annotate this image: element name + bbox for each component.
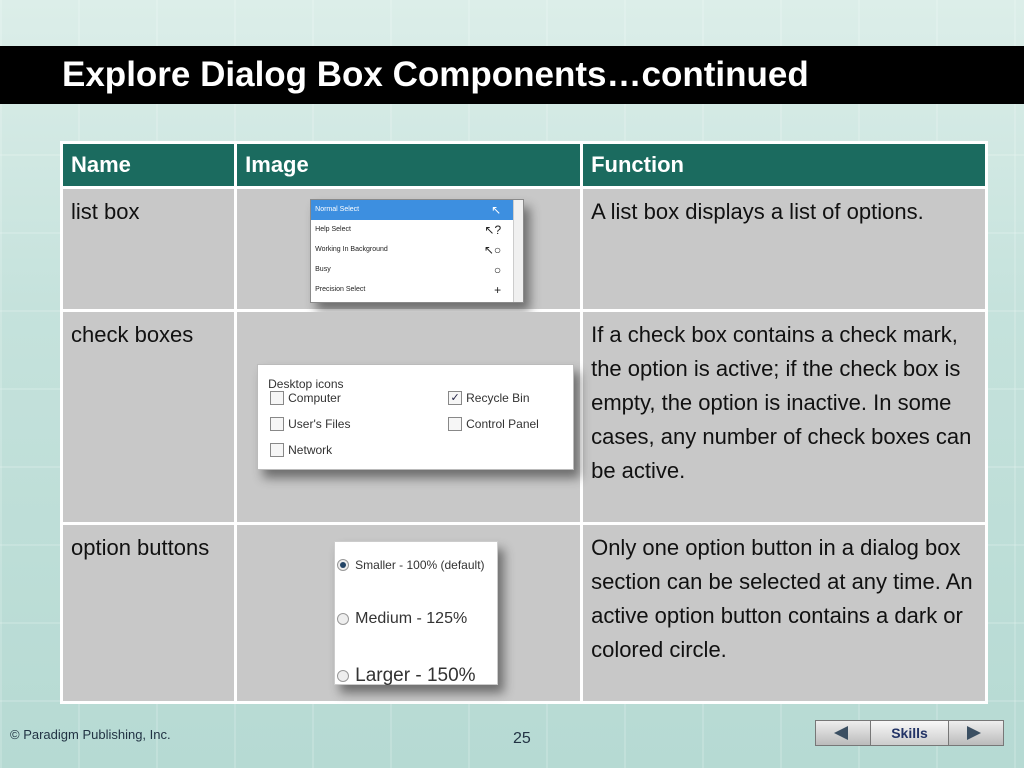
radio-icon	[337, 670, 350, 682]
slide-navigation: Skills	[815, 720, 1004, 746]
option-image-cell: Smaller - 100% (default) Medium - 125% L…	[237, 525, 581, 701]
checkbox-example: Desktop icons Computer ✓ Recycle Bin User…	[257, 364, 575, 470]
list-item: Working In Background ↖○	[311, 240, 523, 260]
checkbox-icon	[448, 417, 463, 431]
option-smaller: Smaller - 100% (default)	[337, 548, 485, 582]
copyright: © Paradigm Publishing, Inc.	[10, 727, 171, 742]
radio-selected-icon	[337, 559, 350, 571]
next-button[interactable]	[948, 721, 1003, 745]
checkbox-icon	[270, 417, 285, 431]
checkbox-computer: Computer	[270, 391, 341, 405]
row-name-checkboxes: check boxes	[63, 312, 235, 522]
row-function-listbox: A list box displays a list of options.	[583, 189, 985, 309]
table-row: list box Normal Select ↖ Help Select ↖? Wo…	[63, 189, 985, 309]
header-image: Image	[237, 144, 581, 186]
previous-button[interactable]	[816, 721, 871, 745]
checkbox-icon	[270, 391, 285, 405]
cursor-icon: ○	[493, 263, 502, 277]
cursor-icon: +	[494, 283, 502, 297]
skills-button[interactable]: Skills	[871, 721, 948, 745]
arrow-right-icon	[967, 726, 981, 740]
list-item: Normal Select ↖	[311, 200, 524, 220]
arrow-left-icon	[834, 726, 848, 740]
header-function: Function	[583, 144, 985, 186]
scrollbar	[513, 200, 524, 302]
components-table: Name Image Function list box Normal Sele…	[60, 141, 988, 704]
listbox-example: Normal Select ↖ Help Select ↖? Working In …	[310, 199, 525, 303]
checkbox-image-cell: Desktop icons Computer ✓ Recycle Bin User…	[237, 312, 581, 522]
option-medium: Medium - 125%	[337, 602, 467, 636]
slide-title: Explore Dialog Box Components…continued	[62, 55, 809, 94]
row-function-checkboxes: If a check box contains a check mark, th…	[583, 312, 985, 522]
list-item: Busy ○	[311, 260, 523, 280]
option-larger: Larger - 150%	[337, 659, 476, 693]
checkbox-control-panel: Control Panel	[448, 417, 539, 431]
checkbox-users-files: User's Files	[270, 417, 350, 431]
page-number: 25	[513, 730, 531, 747]
cursor-icon: ↖?	[484, 223, 502, 237]
radio-icon	[337, 613, 350, 625]
list-item: Precision Select +	[311, 280, 523, 300]
row-function-option-buttons: Only one option button in a dialog box s…	[583, 525, 985, 701]
checkbox-network: Network	[270, 443, 332, 457]
row-name-option-buttons: option buttons	[63, 525, 235, 701]
table-row: check boxes Desktop icons Computer ✓ Recy…	[63, 312, 985, 522]
table-header-row: Name Image Function	[63, 144, 985, 186]
checkbox-recycle-bin: ✓ Recycle Bin	[448, 391, 530, 405]
cursor-icon: ↖	[491, 203, 502, 217]
cursor-icon: ↖○	[483, 243, 502, 257]
header-name: Name	[63, 144, 235, 186]
checkbox-icon	[270, 443, 285, 457]
title-bar: Explore Dialog Box Components…continued	[0, 46, 1024, 104]
list-item: Help Select ↖?	[311, 220, 523, 240]
row-name-listbox: list box	[63, 189, 235, 309]
table-row: option buttons Smaller - 100% (default) …	[63, 525, 985, 701]
listbox-image-cell: Normal Select ↖ Help Select ↖? Working In …	[237, 189, 581, 309]
option-button-example: Smaller - 100% (default) Medium - 125% L…	[334, 541, 499, 686]
checkmark-icon: ✓	[448, 391, 463, 405]
